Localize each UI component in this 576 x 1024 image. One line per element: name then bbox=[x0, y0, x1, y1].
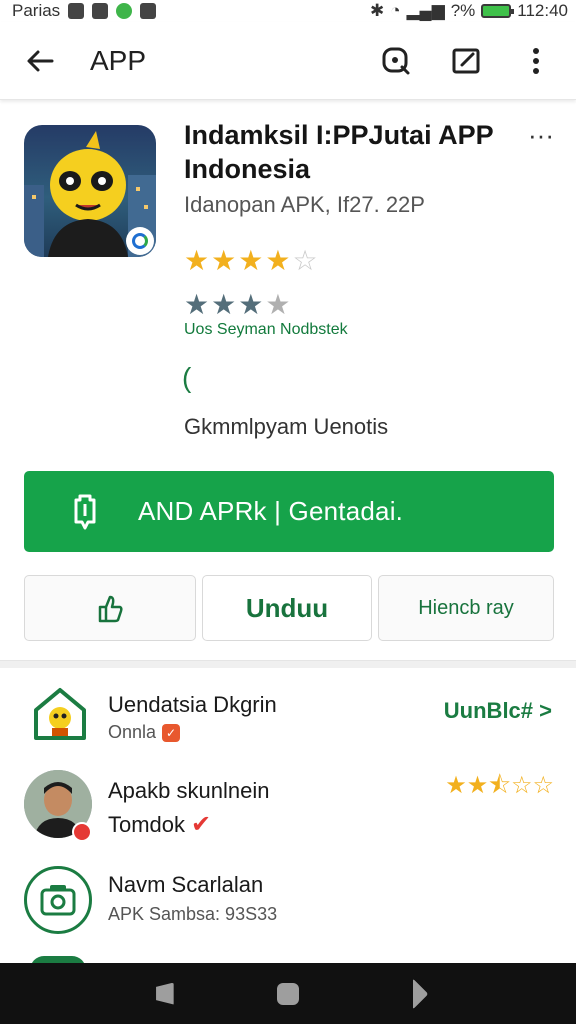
star-half-icon: ⯪ bbox=[488, 772, 511, 799]
battery-percent: ?% bbox=[450, 1, 476, 20]
rating-stars: ★★⯪☆☆ bbox=[445, 774, 554, 798]
review-label: Uos Seyman Nodbstek bbox=[184, 321, 348, 338]
verified-badge-icon bbox=[126, 227, 154, 255]
install-label: AND APRk | Gentadai. bbox=[138, 496, 404, 526]
download-icon bbox=[68, 492, 102, 532]
system-nav-bar bbox=[0, 963, 576, 1024]
star-outline-icon: ☆ bbox=[292, 245, 318, 276]
check-icon: ✔ bbox=[191, 811, 212, 838]
like-button[interactable] bbox=[24, 575, 196, 641]
bluetooth-icon: ✱ bbox=[369, 1, 385, 20]
star-outline-icon: ☆☆ bbox=[510, 772, 554, 799]
star-icon: ★ bbox=[184, 245, 210, 276]
list-item-action[interactable]: UunBlc# > bbox=[444, 698, 552, 724]
app-description: Gkmmlpyam Uenotis bbox=[184, 414, 389, 439]
game-notification-icon bbox=[116, 3, 133, 19]
back-button[interactable] bbox=[20, 41, 60, 81]
clock: 112:40 bbox=[517, 1, 568, 20]
page-title: APP bbox=[90, 44, 147, 76]
nav-home-icon[interactable] bbox=[276, 982, 299, 1005]
action-row: Unduu Hiencb ray bbox=[24, 575, 554, 641]
more-menu-button[interactable] bbox=[516, 41, 556, 81]
star-icon: ★ bbox=[211, 245, 237, 276]
star-icon: ★★ bbox=[445, 772, 489, 799]
badge-icon bbox=[72, 822, 92, 842]
wifi-icon: ◔ bbox=[390, 1, 401, 20]
star-icon: ★ bbox=[265, 289, 291, 320]
bracket-text: ( bbox=[182, 362, 192, 393]
list-item[interactable]: Uendatsia Dkgrin Onnla ✓ UunBlc# > bbox=[0, 684, 576, 764]
download-button[interactable]: Unduu bbox=[202, 575, 372, 641]
carrier-label: Parias bbox=[12, 1, 61, 20]
more-vert-icon bbox=[533, 47, 539, 74]
list-item-title: Uendatsia Dkgrin bbox=[108, 692, 277, 717]
house-icon bbox=[30, 684, 90, 744]
search-button[interactable] bbox=[376, 41, 416, 81]
search-icon bbox=[382, 47, 410, 74]
list-item-subtitle: Onnla ✓ bbox=[108, 722, 181, 743]
star-icon: ★ bbox=[238, 245, 264, 276]
secondary-rating-stars: ★ ★ ★ ★ bbox=[184, 290, 290, 320]
edit-icon bbox=[452, 48, 480, 73]
rating-stars: ★ ★ ★ ★ ☆ bbox=[184, 246, 318, 276]
app-icon bbox=[24, 125, 156, 257]
app-bar: APP bbox=[0, 22, 576, 100]
star-icon: ★ bbox=[184, 289, 210, 320]
edit-button[interactable] bbox=[446, 41, 486, 81]
nav-recents-icon[interactable] bbox=[398, 978, 429, 1009]
list-item[interactable]: Apakb skunlnein Tomdok ✔ ★★⯪☆☆ bbox=[0, 770, 576, 850]
app-title: Indamksil I:PPJutai APP Indonesia bbox=[184, 120, 494, 184]
nav-back-icon[interactable] bbox=[156, 982, 174, 1005]
app-notification-icon bbox=[92, 3, 109, 19]
verified-icon: ✓ bbox=[162, 723, 181, 742]
arrow-left-icon bbox=[27, 50, 54, 71]
message-icon bbox=[140, 3, 157, 19]
list-item[interactable]: Navm Scarlalan APK Sambsa: 93S33 bbox=[0, 866, 576, 946]
battery-icon bbox=[481, 4, 515, 18]
list-item-subtitle: APK Sambsa: 93S33 bbox=[108, 904, 278, 924]
secondary-action-button[interactable]: Hiencb ray bbox=[378, 575, 554, 641]
star-icon: ★ bbox=[238, 289, 264, 320]
list-item-subtitle-text: Onnla bbox=[108, 722, 157, 742]
status-bar: Parias ✱ ◔ ▂▄▆ ?% 112:40 bbox=[0, 0, 576, 22]
app-subtitle: Idanopan APK, If27. 22P bbox=[184, 192, 425, 217]
section-divider bbox=[0, 660, 576, 668]
list-item-title: Apakb skunlnein bbox=[108, 778, 270, 803]
list-item-subtitle-text: Tomdok bbox=[108, 811, 186, 837]
camera-icon bbox=[24, 866, 92, 934]
notification-icon bbox=[68, 3, 85, 19]
list-item-title: Navm Scarlalan bbox=[108, 872, 264, 897]
thumbs-up-icon bbox=[98, 595, 123, 623]
star-icon: ★ bbox=[211, 289, 237, 320]
app-more-button[interactable]: ··· bbox=[526, 122, 556, 150]
star-icon: ★ bbox=[265, 245, 291, 276]
list-item-subtitle: Tomdok ✔ bbox=[108, 810, 211, 839]
install-button[interactable]: AND APRk | Gentadai. bbox=[24, 471, 554, 552]
signal-icon: ▂▄▆ bbox=[406, 1, 445, 20]
